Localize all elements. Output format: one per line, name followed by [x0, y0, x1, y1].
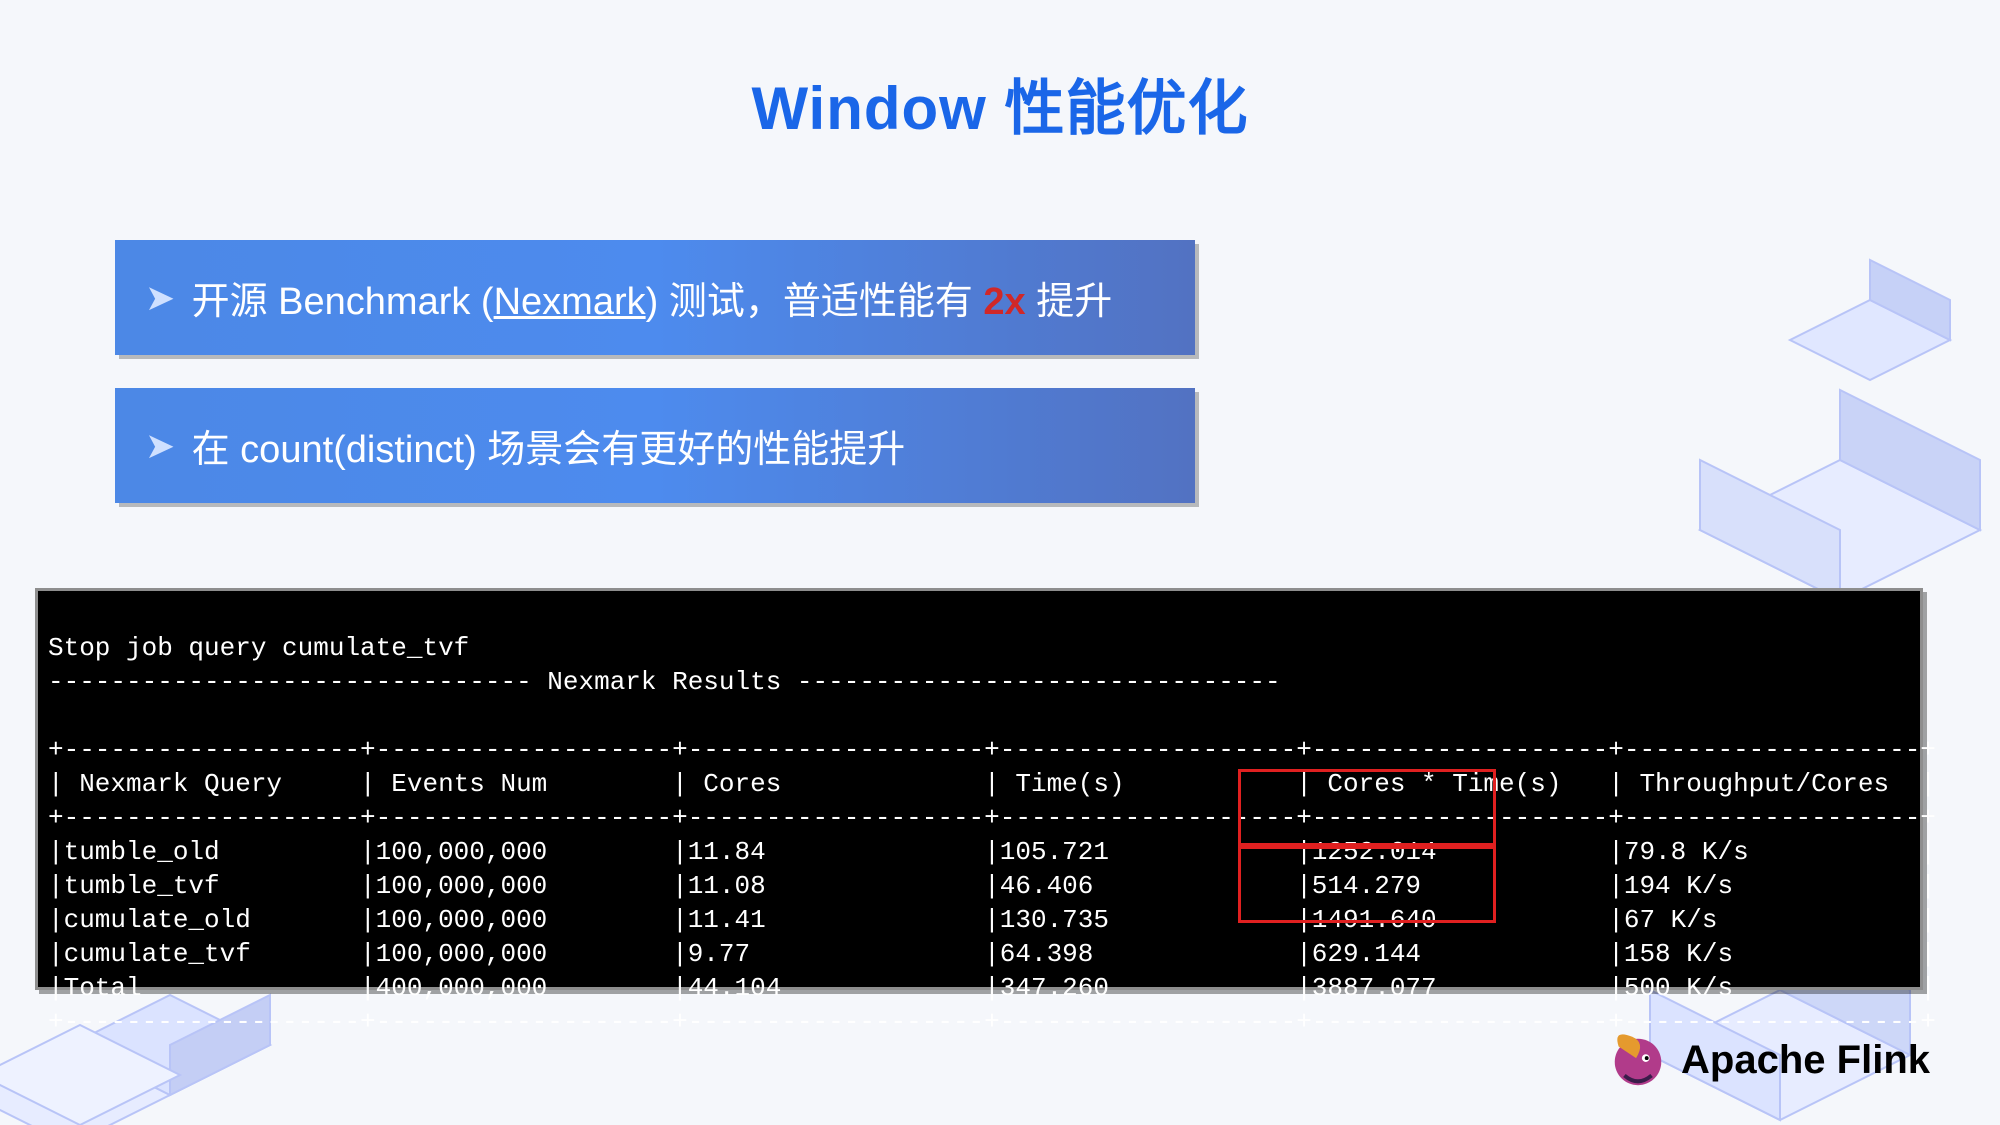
terminal-output: Stop job query cumulate_tvf ------------…	[35, 588, 1923, 990]
slide-title: Window 性能优化	[0, 60, 2000, 147]
terminal-row: |cumulate_tvf |100,000,000 |9.77 |64.398…	[48, 939, 1936, 969]
terminal-title-line: ------------------------------- Nexmark …	[48, 667, 1281, 697]
terminal-sep: +-------------------+-------------------…	[48, 735, 1936, 765]
terminal-sep: +-------------------+-------------------…	[48, 803, 1936, 833]
bullet-2: ➤ 在 count(distinct) 场景会有更好的性能提升	[115, 388, 1195, 503]
bullet-1-link: Nexmark	[494, 281, 646, 323]
triangle-bullet-icon: ➤	[145, 425, 175, 467]
terminal-header-row: | Nexmark Query | Events Num | Cores | T…	[48, 769, 1936, 799]
terminal-stop-line: Stop job query cumulate_tvf	[48, 633, 469, 663]
bullet-1-mid: ) 测试，普适性能有	[646, 281, 984, 323]
bullet-2-text: 在 count(distinct) 场景会有更好的性能提升	[192, 429, 906, 471]
bullet-1-suffix: 提升	[1026, 281, 1113, 323]
terminal-row: |tumble_old |100,000,000 |11.84 |105.721…	[48, 837, 1936, 867]
flink-squirrel-icon	[1607, 1029, 1669, 1091]
footer-logo-block: Apache Flink	[1607, 1029, 1930, 1091]
terminal-row: |Total |400,000,000 |44.104 |347.260 |38…	[48, 973, 1936, 1003]
bullet-1: ➤ 开源 Benchmark (Nexmark) 测试，普适性能有 2x 提升	[115, 240, 1195, 355]
bullet-1-prefix: 开源 Benchmark (	[192, 281, 494, 323]
footer-brand-text: Apache Flink	[1681, 1038, 1930, 1083]
terminal-row: |tumble_tvf |100,000,000 |11.08 |46.406 …	[48, 871, 1936, 901]
terminal-row: |cumulate_old |100,000,000 |11.41 |130.7…	[48, 905, 1936, 935]
bullet-1-text: 开源 Benchmark (Nexmark) 测试，普适性能有 2x 提升	[192, 281, 1113, 323]
bullet-1-red: 2x	[983, 281, 1025, 323]
triangle-bullet-icon: ➤	[145, 277, 175, 319]
